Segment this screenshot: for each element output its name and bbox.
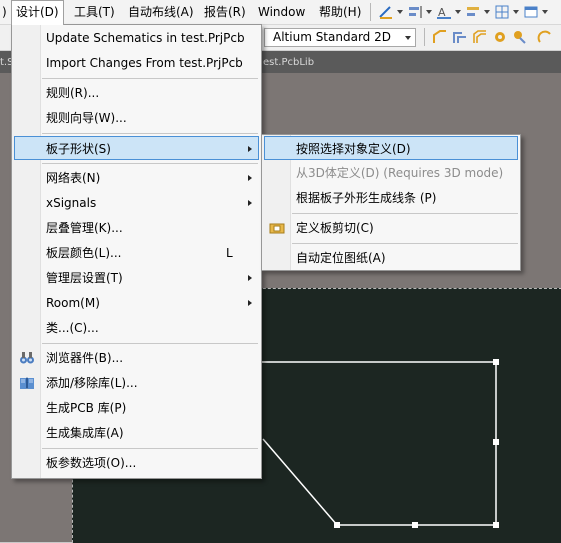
binoculars-icon: [20, 352, 34, 364]
view-mode-select[interactable]: Altium Standard 2D: [264, 28, 416, 47]
menu-item-define-from-selected[interactable]: 按照选择对象定义(D): [264, 136, 518, 160]
menu-item-label: 规则(R)...: [46, 86, 100, 100]
chevron-down-icon[interactable]: [542, 10, 548, 14]
menu-item-label: 管理层设置(T): [46, 271, 123, 285]
menu-item-label: 根据板子外形生成线条 (P): [296, 191, 437, 205]
menu-item-xsignals[interactable]: xSignals: [14, 191, 259, 215]
route-multiple-icon[interactable]: [452, 29, 468, 45]
menu-item-layer-colors[interactable]: 板层颜色(L)... L: [14, 241, 259, 265]
submenu-arrow-icon: [248, 275, 252, 281]
menu-item-import-changes[interactable]: Import Changes From test.PrjPcb: [14, 51, 259, 75]
menu-item-label: 层叠管理(K)...: [46, 221, 123, 235]
menu-reports[interactable]: 报告(R): [200, 0, 250, 24]
chevron-down-icon[interactable]: [513, 10, 519, 14]
chevron-down-icon[interactable]: [397, 10, 403, 14]
menu-item-define-board-cutout[interactable]: 定义板剪切(C): [264, 216, 518, 240]
draw-line-icon[interactable]: [378, 4, 394, 20]
menu-item-make-pcb-library[interactable]: 生成PCB 库(P): [14, 396, 259, 420]
menu-item-label: 规则向导(W)...: [46, 111, 127, 125]
design-menu: Update Schematics in test.PrjPcb Import …: [11, 24, 262, 479]
menu-item-label: Import Changes From test.PrjPcb: [46, 56, 243, 70]
submenu-arrow-icon: [248, 300, 252, 306]
menu-tools[interactable]: 工具(T): [70, 0, 119, 24]
menu-autoroute[interactable]: 自动布线(A): [124, 0, 198, 24]
menu-separator: [292, 213, 518, 214]
board-shape-submenu: 按照选择对象定义(D) 从3D体定义(D) (Requires 3D mode)…: [261, 134, 521, 271]
menu-item-label: 板参数选项(O)...: [46, 456, 137, 470]
menu-item-shortcut: L: [226, 246, 233, 260]
menu-item-label: 浏览器件(B)...: [46, 351, 124, 365]
library-book-icon: [20, 377, 34, 389]
menu-item-label: Room(M): [46, 296, 100, 310]
pad-icon[interactable]: [512, 29, 528, 45]
submenu-arrow-icon: [248, 200, 252, 206]
vertex-handle[interactable]: [334, 522, 340, 528]
chevron-down-icon[interactable]: [455, 10, 461, 14]
board-cutout-icon: [269, 223, 285, 234]
menu-item-board-options[interactable]: 板参数选项(O)...: [14, 451, 259, 475]
menu-item-label: 自动定位图纸(A): [296, 251, 386, 265]
differential-pair-icon[interactable]: [472, 29, 488, 45]
menu-item-label: 从3D体定义(D) (Requires 3D mode): [296, 166, 504, 180]
menu-separator: [292, 243, 518, 244]
menu-item-layer-sets[interactable]: 管理层设置(T): [14, 266, 259, 290]
menu-item-board-shape[interactable]: 板子形状(S): [14, 136, 259, 160]
menu-item-label: 板层颜色(L)...: [46, 246, 122, 260]
menu-help[interactable]: 帮助(H): [315, 0, 365, 24]
menu-item-label: 板子形状(S): [46, 142, 111, 156]
vertex-handle[interactable]: [493, 359, 499, 365]
window-icon[interactable]: [523, 4, 539, 20]
vertex-handle[interactable]: [412, 522, 418, 528]
menu-item-define-from-3d: 从3D体定义(D) (Requires 3D mode): [264, 161, 518, 185]
menu-separator: [42, 448, 258, 449]
vertex-handle[interactable]: [493, 522, 499, 528]
grid-icon[interactable]: [494, 4, 510, 20]
menu-separator: [42, 133, 258, 134]
chevron-down-icon[interactable]: [426, 10, 432, 14]
distribute-icon[interactable]: [465, 4, 481, 20]
menu-item-label: 添加/移除库(L)...: [46, 376, 138, 390]
menu-item-make-integrated-library[interactable]: 生成集成库(A): [14, 421, 259, 445]
arc-icon[interactable]: [537, 29, 553, 45]
menu-item-label: 定义板剪切(C): [296, 221, 374, 235]
text-icon[interactable]: A: [436, 4, 452, 20]
menu-item-label: 类...(C)...: [46, 321, 99, 335]
menu-item-rules[interactable]: 规则(R)...: [14, 81, 259, 105]
menu-item-label: 按照选择对象定义(D): [296, 142, 411, 156]
menu-window[interactable]: Window: [254, 0, 309, 24]
menu-separator: [42, 343, 258, 344]
menu-item-layer-stack[interactable]: 层叠管理(K)...: [14, 216, 259, 240]
menu-item-browse-components[interactable]: 浏览器件(B)...: [14, 346, 259, 370]
chevron-down-icon: [405, 36, 411, 40]
menu-item-room[interactable]: Room(M): [14, 291, 259, 315]
menu-item-label: Update Schematics in test.PrjPcb: [46, 31, 245, 45]
menu-item-update-schematics[interactable]: Update Schematics in test.PrjPcb: [14, 26, 259, 50]
menu-item-classes[interactable]: 类...(C)...: [14, 316, 259, 340]
tab-pcblib[interactable]: est.PcbLib: [263, 55, 314, 71]
menu-separator: [42, 163, 258, 164]
align-icon[interactable]: [407, 4, 423, 20]
menu-item-create-primitives[interactable]: 根据板子外形生成线条 (P): [264, 186, 518, 210]
menu-item-label: xSignals: [46, 196, 97, 210]
vertex-handle[interactable]: [493, 439, 499, 445]
submenu-arrow-icon: [248, 175, 252, 181]
chevron-down-icon[interactable]: [484, 10, 490, 14]
menu-item-add-remove-library[interactable]: 添加/移除库(L)...: [14, 371, 259, 395]
menu-item-rules-wizard[interactable]: 规则向导(W)...: [14, 106, 259, 130]
menu-item-clipped[interactable]: ): [0, 0, 11, 24]
view-mode-value: Altium Standard 2D: [273, 30, 391, 44]
menu-item-label: 生成集成库(A): [46, 426, 124, 440]
menu-bar: ) 设计(D) 工具(T) 自动布线(A) 报告(R) Window 帮助(H)…: [0, 0, 561, 25]
toolbar-separator: [370, 3, 371, 21]
menu-item-label: 生成PCB 库(P): [46, 401, 127, 415]
toolbar-separator: [424, 28, 425, 46]
menu-design[interactable]: 设计(D): [11, 0, 64, 25]
route-icon[interactable]: [432, 29, 448, 45]
menu-item-label: 网络表(N): [46, 171, 101, 185]
submenu-arrow-icon: [248, 146, 252, 152]
menu-item-netlist[interactable]: 网络表(N): [14, 166, 259, 190]
via-icon[interactable]: [492, 29, 508, 45]
menu-item-auto-position-sheet[interactable]: 自动定位图纸(A): [264, 246, 518, 270]
menu-separator: [42, 78, 258, 79]
